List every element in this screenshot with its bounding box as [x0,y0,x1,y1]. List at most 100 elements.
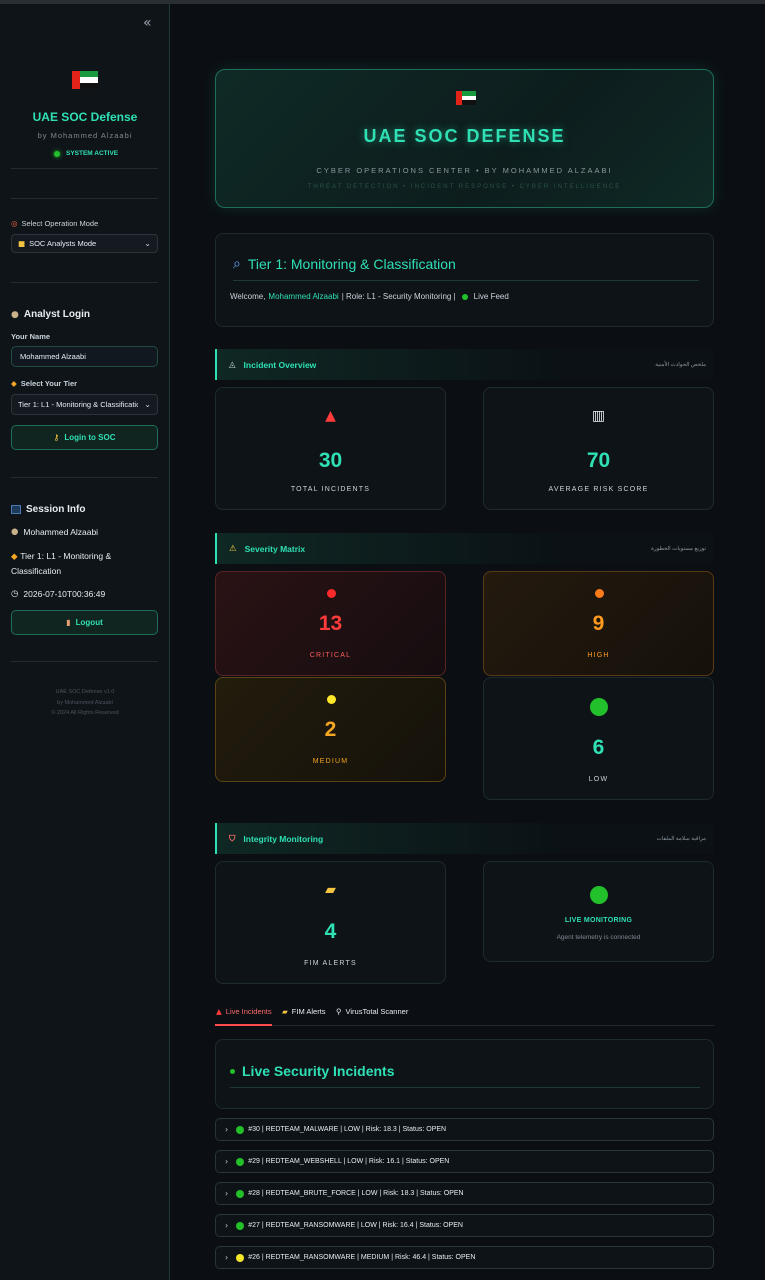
active-tab-indicator [215,1024,272,1026]
total-incidents-card: ▲ 30 TOTAL INCIDENTS [215,387,446,510]
door-icon: ▮ [66,618,71,627]
warning-icon: ⚠ [229,543,237,554]
incident-overview-header: ◬ Incident Overview ملخص الحوادث الأمنية [215,349,714,380]
high-card: 9 HIGH [483,571,714,676]
integrity-monitoring-arabic: مراقبة سلامة الملفات [656,835,706,842]
live-feed-label: Live Feed [473,292,509,301]
divider [11,477,158,478]
logout-button-label: Logout [75,618,103,627]
severity-dot-icon [236,1157,245,1166]
medium-card: 2 MEDIUM [215,677,446,782]
user-icon: ● [11,309,19,320]
collapse-sidebar-icon[interactable]: « [143,15,152,31]
live-dot-icon [230,1068,235,1074]
welcome-prefix: Welcome, [230,292,266,301]
session-tier-text: Tier 1: L1 - Monitoring & Classification [11,551,112,576]
uae-flag-icon [456,91,476,106]
incident-row[interactable]: › #29 | REDTEAM_WEBSHELL | LOW | Risk: 16… [215,1150,714,1173]
severity-matrix-title: ⚠ Severity Matrix [229,544,305,554]
incident-overview-title-text: Incident Overview [243,359,317,370]
logout-button[interactable]: ▮ Logout [11,610,158,635]
tab-fim-alerts[interactable]: ▰ FIM Alerts [282,1007,326,1016]
divider [233,280,699,281]
severity-matrix-title-text: Severity Matrix [244,543,306,554]
chevron-right-icon: › [225,1189,229,1198]
divider [11,168,158,169]
high-dot-icon [595,589,604,598]
incident-row[interactable]: › #30 | REDTEAM_MALWARE | LOW | Risk: 18.… [215,1118,714,1141]
magnifier-icon: ⌕ [233,256,241,272]
high-value: 9 [592,612,605,635]
average-risk-label: AVERAGE RISK SCORE [548,486,649,493]
operation-mode-label-text: Select Operation Mode [21,219,99,228]
live-incidents-card: Live Security Incidents [215,1039,714,1109]
folder-icon: ▰ [282,1007,288,1016]
tier-select[interactable]: Tier 1: L1 - Monitoring & Classificatic … [11,394,158,415]
session-info-heading-text: Session Info [26,504,86,515]
hero-subtitle: CYBER OPERATIONS CENTER • BY MOHAMMED AL… [316,166,613,175]
shield-icon: ⛉ [229,833,236,844]
operation-mode-label: ◎ Select Operation Mode [11,219,98,228]
fim-alerts-card: ▰ 4 FIM ALERTS [215,861,446,984]
live-status-dot-icon [590,886,608,904]
key-icon: ⚷ [53,433,60,442]
incident-row[interactable]: › #28 | REDTEAM_BRUTE_FORCE | LOW | Risk:… [215,1182,714,1205]
tab-bar: ▲ Live Incidents ▰ FIM Alerts ⚲ VirusTot… [215,1001,714,1026]
total-incidents-value: 30 [318,449,343,472]
tier-label-text: Select Your Tier [20,379,78,388]
integrity-monitoring-title-text: Integrity Monitoring [243,833,324,844]
sidebar: « UAE SOC Defense by Mohammed Alzaabi SY… [0,4,170,1280]
live-dot-icon [461,293,468,300]
session-time: ◷ 2026-07-10T00:36:49 [11,587,161,601]
lock-icon: ■ [18,239,26,248]
live-incidents-title: Live Security Incidents [230,1063,395,1079]
average-risk-value: 70 [586,449,611,472]
siren-icon: ▲ [216,1007,222,1016]
incident-row-text: #29 | REDTEAM_WEBSHELL | LOW | Risk: 16.… [248,1158,450,1165]
incident-overview-arabic: ملخص الحوادث الأمنية [655,361,706,368]
low-dot-icon [590,698,608,716]
folder-icon: ▰ [325,882,336,898]
tier-select-value: Tier 1: L1 - Monitoring & Classificatic [18,400,138,409]
satellite-icon: ◬ [229,359,236,370]
tier-card: ⌕ Tier 1: Monitoring & Classification We… [215,233,714,327]
session-user: ● Mohammed Alzaabi [11,525,161,539]
analyst-login-heading-text: Analyst Login [23,309,90,320]
operation-mode-select[interactable]: ■ SOC Analysts Mode ⌄ [11,234,158,253]
fim-alerts-value: 4 [324,920,337,943]
live-monitoring-subtitle: Agent telemetry is connected [556,934,641,941]
session-info-heading: Session Info [11,504,85,515]
incident-row[interactable]: › #26 | REDTEAM_RANSOMWARE | MEDIUM | Ris… [215,1246,714,1269]
incident-row-text: #30 | REDTEAM_MALWARE | LOW | Risk: 18.3… [248,1126,447,1133]
critical-dot-icon [327,589,336,598]
sidebar-brand-subtitle: by Mohammed Alzaabi [37,131,133,140]
chevron-right-icon: › [225,1125,229,1134]
high-label: HIGH [587,652,610,659]
sidebar-brand-title: UAE SOC Defense [32,110,138,124]
medium-label: MEDIUM [312,758,349,765]
critical-card: 13 CRITICAL [215,571,446,676]
siren-icon: ▲ [325,408,336,424]
login-button[interactable]: ⚷ Login to SOC [11,425,158,450]
tab-live-incidents[interactable]: ▲ Live Incidents [216,1007,272,1016]
tab-fim-alerts-label: FIM Alerts [291,1007,326,1016]
low-value: 6 [592,736,605,759]
divider [11,282,158,283]
analyst-name-input[interactable]: Mohammed Alzaabi [11,346,158,367]
tab-virustotal[interactable]: ⚲ VirusTotal Scanner [336,1007,408,1016]
severity-dot-icon [236,1253,245,1262]
incident-row-text: #28 | REDTEAM_BRUTE_FORCE | LOW | Risk: … [248,1190,464,1197]
system-status-label: SYSTEM ACTIVE [66,150,119,157]
critical-value: 13 [318,612,343,635]
microscope-icon: ⚲ [336,1007,342,1016]
severity-dot-icon [236,1125,245,1134]
session-user-name: Mohammed Alzaabi [23,527,99,537]
live-monitoring-card: LIVE MONITORING Agent telemetry is conne… [483,861,714,962]
session-tier: ◆ Tier 1: L1 - Monitoring & Classificati… [11,549,161,578]
integrity-monitoring-header: ⛉ Integrity Monitoring مراقبة سلامة المل… [215,823,714,854]
incident-row[interactable]: › #27 | REDTEAM_RANSOMWARE | LOW | Risk: … [215,1214,714,1237]
system-status: SYSTEM ACTIVE [54,150,118,157]
incident-row-text: #26 | REDTEAM_RANSOMWARE | MEDIUM | Risk… [248,1254,476,1261]
severity-dot-icon [236,1221,245,1230]
live-monitoring-title: LIVE MONITORING [564,917,633,924]
